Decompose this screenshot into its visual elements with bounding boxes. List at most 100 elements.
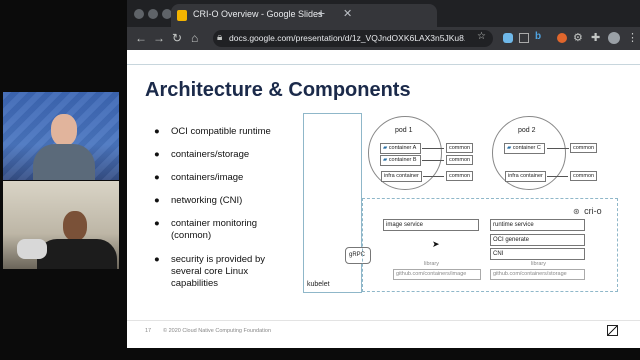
- extension-gear-icon[interactable]: ⚙: [573, 31, 583, 44]
- storage-library-text: github.com/containers/storage: [493, 271, 567, 277]
- container-a-box: ▰ container A: [380, 143, 421, 154]
- container-icon: ▰: [507, 145, 512, 151]
- bullet-item: ●: [154, 172, 160, 183]
- bookmark-star-icon[interactable]: ☆: [477, 31, 486, 42]
- image-service-label: image service: [386, 222, 424, 228]
- home-icon[interactable]: ⌂: [191, 27, 198, 50]
- minimize-window-dot[interactable]: [148, 9, 158, 19]
- kubelet-label: kubelet: [307, 281, 330, 288]
- common-box: common: [570, 143, 597, 153]
- crio-logo-text: cri-o: [584, 206, 602, 216]
- footer-copyright: © 2020 Cloud Native Computing Foundation: [163, 328, 272, 334]
- bullet-item: ●: [154, 195, 160, 206]
- bullet-item: ●: [154, 126, 160, 137]
- common-box: common: [446, 171, 473, 181]
- common-label: common: [449, 145, 471, 151]
- cni-label: CNI: [493, 251, 504, 257]
- arrow: [547, 148, 569, 149]
- menu-kebab-icon[interactable]: ⋮: [627, 31, 638, 44]
- browser-tab[interactable]: CRI-O Overview - Google Slides ✕: [171, 4, 437, 27]
- cncf-logo-icon: [607, 325, 618, 336]
- oci-generate-box: OCI generate: [490, 234, 585, 246]
- container-a-label: container A: [388, 145, 417, 151]
- arrow: [547, 176, 568, 177]
- participant-video-1: [3, 92, 119, 180]
- slide-title: Architecture & Components: [145, 79, 411, 101]
- crio-logo-icon: ⊛: [573, 207, 580, 216]
- extension-b-icon[interactable]: b: [535, 31, 541, 42]
- common-box: common: [446, 155, 473, 165]
- person-head: [51, 114, 77, 146]
- arrow: [422, 148, 444, 149]
- pod1-infra-box: infra container: [381, 171, 422, 182]
- storage-library-label: library: [531, 261, 546, 267]
- common-label: common: [573, 173, 595, 179]
- presentation-slide: Architecture & Components ● OCI compatib…: [127, 50, 640, 348]
- close-tab-icon[interactable]: ✕: [343, 7, 352, 20]
- image-library-text: github.com/containers/image: [396, 271, 467, 277]
- bullet-text: container monitoring (conmon): [171, 218, 258, 241]
- bullet-item: ●: [154, 218, 160, 229]
- crio-logo: ⊛ cri-o: [573, 201, 602, 219]
- extension-icons: b ⚙ ✚ ⋮: [503, 31, 638, 47]
- container-icon: ▰: [383, 145, 388, 151]
- browser-window: CRI-O Overview - Google Slides ✕ + ← → ↻…: [127, 0, 640, 348]
- person-body: [33, 144, 95, 180]
- slides-favicon-icon: [177, 10, 187, 21]
- container-c-label: container C: [512, 145, 541, 151]
- bullet-text: containers/image: [171, 172, 244, 183]
- person-body: [37, 239, 117, 269]
- pod2-infra-label: infra container: [508, 173, 543, 179]
- storage-library-box: github.com/containers/storage: [490, 269, 585, 280]
- image-library-box: github.com/containers/image: [393, 269, 481, 280]
- common-label: common: [449, 157, 471, 163]
- slide-top-rule: [127, 64, 640, 65]
- extension-shield-icon[interactable]: [503, 33, 513, 43]
- extension-orange-icon[interactable]: [557, 33, 567, 43]
- participant-video-2: [3, 181, 119, 269]
- pod1-label: pod 1: [395, 127, 413, 134]
- bullet-text: OCI compatible runtime: [171, 126, 271, 137]
- forward-icon[interactable]: →: [153, 27, 165, 50]
- runtime-service-label: runtime service: [493, 222, 534, 228]
- page-number: 17: [145, 328, 152, 334]
- lock-icon: 🔒︎: [217, 32, 223, 43]
- common-label: common: [573, 145, 595, 151]
- cni-box: CNI: [490, 248, 585, 260]
- close-window-dot[interactable]: [134, 9, 144, 19]
- pod1-infra-label: infra container: [384, 173, 419, 179]
- bullet-text: security is provided by several core Lin…: [171, 254, 265, 289]
- image-library-label: library: [424, 261, 439, 267]
- oci-generate-label: OCI generate: [493, 237, 530, 243]
- bullet-item: ●: [154, 149, 160, 160]
- arrow: [423, 176, 444, 177]
- person-head: [63, 211, 87, 241]
- bullet-text: containers/storage: [171, 149, 250, 160]
- extensions-puzzle-icon[interactable]: ✚: [591, 31, 600, 44]
- container-icon: ▰: [383, 157, 388, 163]
- footer-rule: [127, 320, 640, 321]
- bullet-text: networking (CNI): [171, 195, 243, 206]
- headphones: [17, 239, 47, 259]
- pod2-infra-box: infra container: [505, 171, 546, 182]
- common-box: common: [446, 143, 473, 153]
- arrow: [422, 160, 444, 161]
- tab-strip: CRI-O Overview - Google Slides ✕ +: [127, 0, 640, 27]
- pod2-label: pod 2: [518, 127, 536, 134]
- back-icon[interactable]: ←: [135, 27, 147, 50]
- url-text: docs.google.com/presentation/d/1z_VQJndO…: [229, 33, 465, 43]
- bullet-item: ●: [154, 254, 160, 265]
- mouse-cursor-icon: ➤: [432, 239, 440, 249]
- extension-box-icon[interactable]: [519, 33, 529, 43]
- kubelet-box: kubelet: [303, 113, 362, 293]
- profile-avatar[interactable]: [608, 32, 620, 44]
- container-b-box: ▰ container B: [380, 155, 421, 166]
- new-tab-icon[interactable]: +: [317, 5, 325, 21]
- image-service-box: image service: [383, 219, 479, 231]
- common-label: common: [449, 173, 471, 179]
- container-b-label: container B: [388, 157, 417, 163]
- common-box: common: [570, 171, 597, 181]
- reload-icon[interactable]: ↻: [172, 27, 182, 50]
- runtime-service-box: runtime service: [490, 219, 585, 231]
- address-bar[interactable]: 🔒︎ docs.google.com/presentation/d/1z_VQJ…: [213, 30, 493, 47]
